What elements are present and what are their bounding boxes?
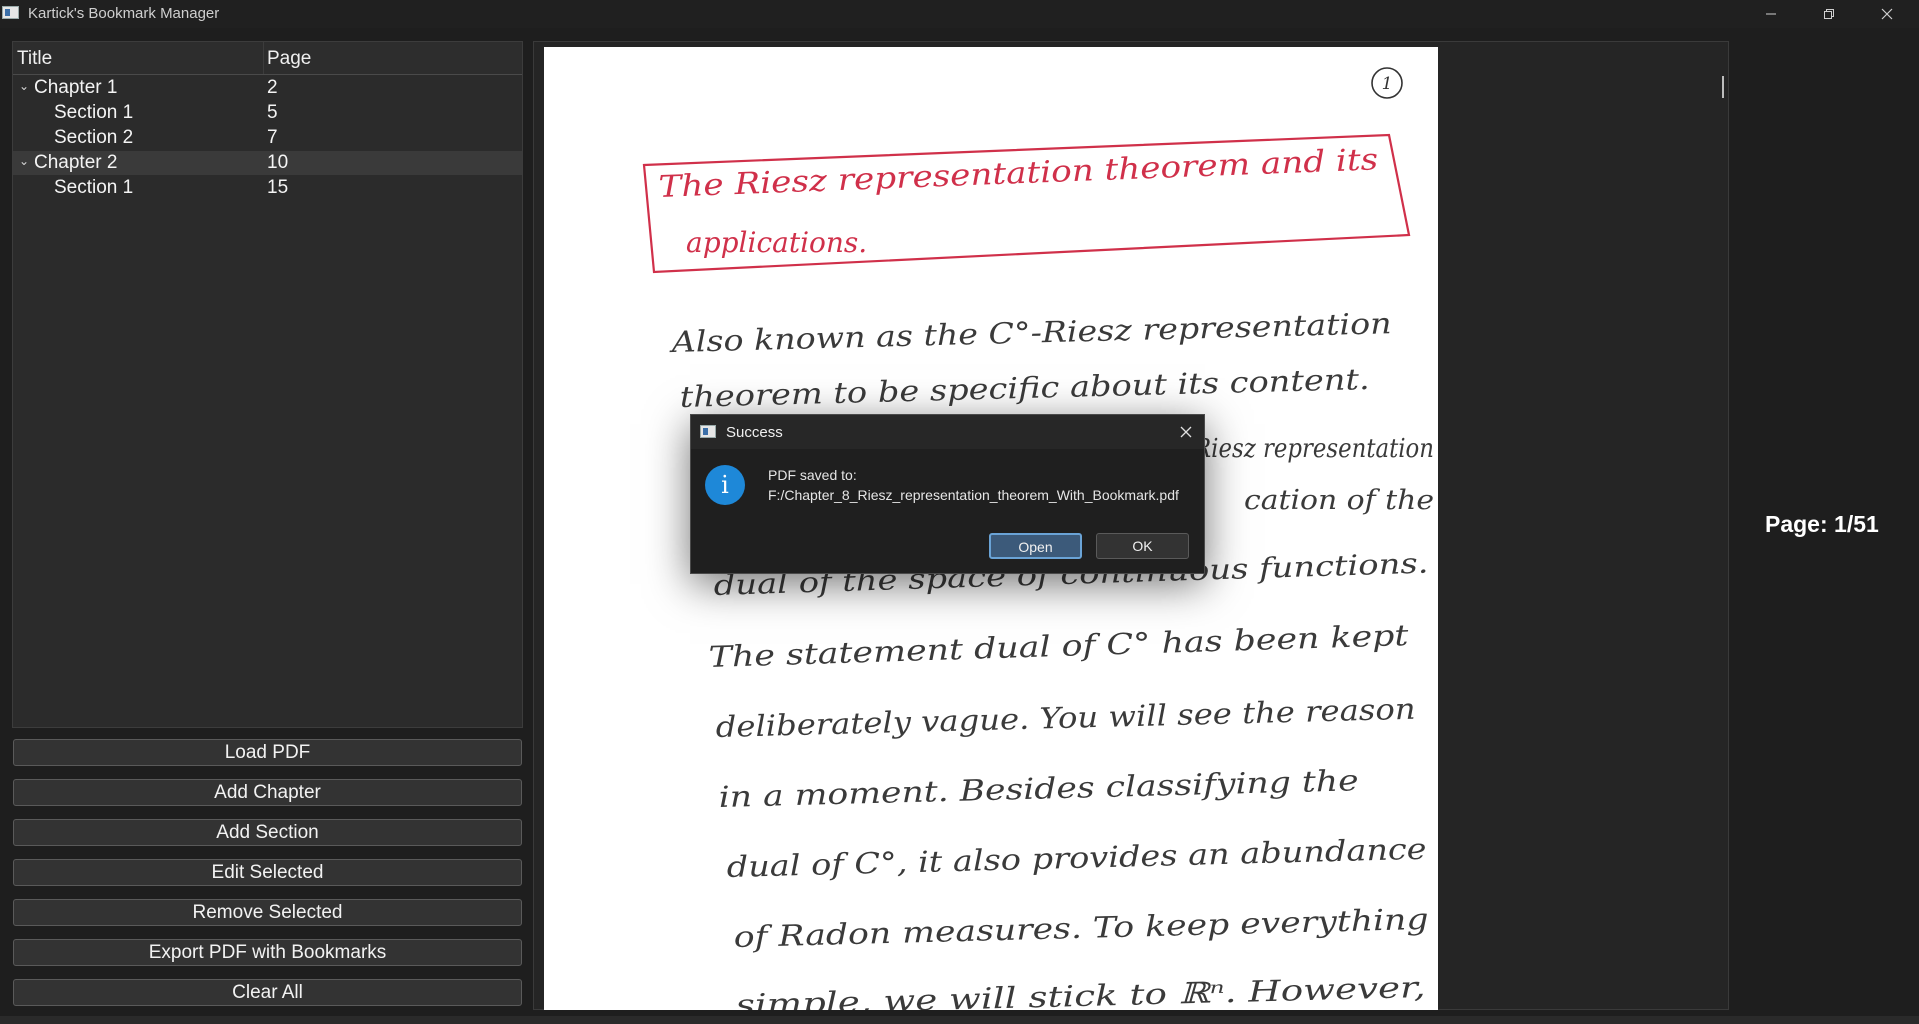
window-title: Kartick's Bookmark Manager [28, 5, 220, 22]
body-line: of Radon measures. To keep everything [733, 902, 1429, 954]
title-bar: Kartick's Bookmark Manager [0, 0, 1919, 28]
row-title: Chapter 2 [34, 152, 118, 173]
dialog-title: Success [726, 424, 783, 441]
dialog-message-label: PDF saved to: [768, 467, 857, 483]
body-line: Also known as the C°-Riesz representatio… [668, 306, 1392, 359]
expand-chevron-icon[interactable]: ⌄ [19, 154, 31, 168]
restore-icon [1824, 9, 1834, 19]
row-title: Section 1 [54, 102, 134, 123]
bookmark-tree[interactable]: Title Page ⌄ Chapter 1 2 Section 1 5 Sec… [12, 41, 523, 728]
tree-header: Title Page [13, 42, 522, 75]
viewer-scrollbar[interactable] [1722, 76, 1724, 98]
page-indicator: Page: 1/51 [1765, 511, 1879, 537]
row-title: Chapter 1 [34, 77, 118, 98]
body-line: The statement dual of C° has been kept [708, 618, 1409, 674]
row-page: 15 [267, 177, 289, 198]
minimize-button[interactable] [1742, 0, 1800, 28]
restore-button[interactable] [1800, 0, 1858, 28]
column-separator[interactable] [263, 42, 264, 74]
add-section-button[interactable]: Add Section [13, 819, 522, 846]
row-page: 5 [267, 102, 278, 123]
body-line: Riesz representation [1193, 434, 1434, 464]
close-button[interactable] [1858, 0, 1916, 28]
tree-row-section[interactable]: Section 1 5 [13, 101, 522, 125]
column-header-page[interactable]: Page [267, 48, 311, 70]
app-icon [700, 425, 716, 438]
heading-line-2: applications. [686, 226, 867, 259]
tree-row-section[interactable]: Section 1 15 [13, 176, 522, 200]
export-pdf-button[interactable]: Export PDF with Bookmarks [13, 939, 522, 966]
heading-line-1: The Riesz representation theorem and its [658, 142, 1379, 205]
remove-selected-button[interactable]: Remove Selected [13, 899, 522, 926]
row-page: 7 [267, 127, 278, 148]
edit-selected-button[interactable]: Edit Selected [13, 859, 522, 886]
open-button[interactable]: Open [989, 533, 1082, 559]
dialog-title-bar: Success [691, 415, 1204, 449]
add-chapter-button[interactable]: Add Chapter [13, 779, 522, 806]
page-number-mark: 1 [1382, 74, 1393, 94]
dialog-message-path: F:/Chapter_8_Riesz_representation_theore… [768, 487, 1179, 503]
close-icon[interactable] [1176, 422, 1196, 442]
tree-row-section[interactable]: Section 2 7 [13, 126, 522, 150]
ok-button[interactable]: OK [1096, 533, 1189, 559]
body-line: simple, we will stick to ℝⁿ. However, [735, 970, 1426, 1010]
clear-all-button[interactable]: Clear All [13, 979, 522, 1006]
row-page: 10 [267, 152, 289, 173]
row-page: 2 [267, 77, 278, 98]
expand-chevron-icon[interactable]: ⌄ [19, 79, 31, 93]
status-bar [0, 1016, 1919, 1024]
success-dialog: Success i PDF saved to: F:/Chapter_8_Rie… [690, 414, 1205, 574]
app-icon [2, 6, 19, 19]
body-line: deliberately vague. You will see the rea… [715, 692, 1416, 744]
body-line: dual of C°, it also provides an abundanc… [726, 832, 1427, 884]
column-header-title[interactable]: Title [17, 48, 52, 70]
close-icon [1881, 8, 1893, 20]
row-title: Section 1 [54, 177, 134, 198]
tree-row-chapter-1[interactable]: ⌄ Chapter 1 2 [13, 76, 522, 100]
info-icon: i [705, 465, 745, 505]
body-line: in a moment. Besides classifying the [718, 763, 1359, 814]
tree-row-chapter-2[interactable]: ⌄ Chapter 2 10 [13, 151, 522, 175]
load-pdf-button[interactable]: Load PDF [13, 739, 522, 766]
body-line: theorem to be specific about its content… [679, 362, 1370, 414]
body-line: cation of the [1244, 485, 1434, 516]
row-title: Section 2 [54, 127, 134, 148]
minimize-icon [1766, 13, 1776, 15]
